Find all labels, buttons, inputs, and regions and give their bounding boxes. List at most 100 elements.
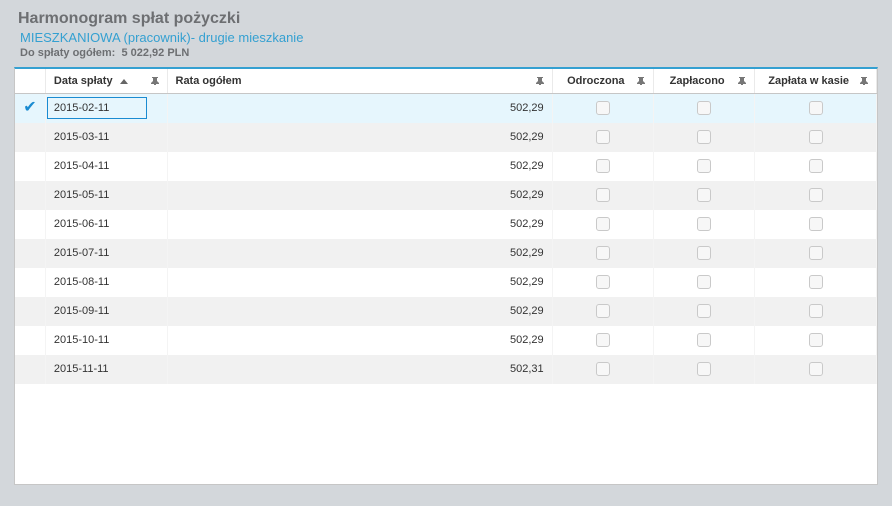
cell-date[interactable]: 2015-08-11	[45, 268, 167, 297]
row-select-cell[interactable]	[15, 210, 45, 239]
cell-paid_cash[interactable]	[755, 268, 877, 297]
cell-paid[interactable]	[653, 355, 754, 384]
checkbox[interactable]	[596, 130, 610, 144]
cell-paid[interactable]	[653, 94, 754, 123]
table-row[interactable]: 2015-06-11502,29	[15, 210, 877, 239]
cell-paid_cash[interactable]	[755, 355, 877, 384]
checkbox[interactable]	[697, 188, 711, 202]
cell-deferred[interactable]	[552, 152, 653, 181]
row-select-cell[interactable]	[15, 152, 45, 181]
pin-icon[interactable]	[151, 77, 159, 85]
cell-deferred[interactable]	[552, 123, 653, 152]
cell-date[interactable]: 2015-06-11	[45, 210, 167, 239]
cell-date[interactable]: 2015-03-11	[45, 123, 167, 152]
table-row[interactable]: 2015-04-11502,29	[15, 152, 877, 181]
cell-paid[interactable]	[653, 152, 754, 181]
cell-date[interactable]: 2015-07-11	[45, 239, 167, 268]
col-deferred[interactable]: Odroczona	[552, 69, 653, 94]
checkbox[interactable]	[809, 333, 823, 347]
cell-paid[interactable]	[653, 123, 754, 152]
cell-date[interactable]: 2015-05-11	[45, 181, 167, 210]
checkbox[interactable]	[697, 246, 711, 260]
checkbox[interactable]	[809, 217, 823, 231]
table-row[interactable]: 2015-03-11502,29	[15, 123, 877, 152]
cell-paid_cash[interactable]	[755, 152, 877, 181]
cell-amount[interactable]: 502,29	[167, 123, 552, 152]
cell-deferred[interactable]	[552, 181, 653, 210]
col-total[interactable]: Rata ogółem	[167, 69, 552, 94]
row-select-cell[interactable]	[15, 297, 45, 326]
cell-amount[interactable]: 502,31	[167, 355, 552, 384]
cell-amount[interactable]: 502,29	[167, 326, 552, 355]
checkbox[interactable]	[809, 188, 823, 202]
cell-paid_cash[interactable]	[755, 297, 877, 326]
checkbox[interactable]	[596, 159, 610, 173]
pin-icon[interactable]	[738, 77, 746, 85]
checkbox[interactable]	[697, 304, 711, 318]
cell-paid[interactable]	[653, 326, 754, 355]
col-paid[interactable]: Zapłacono	[653, 69, 754, 94]
col-date[interactable]: Data spłaty	[45, 69, 167, 94]
cell-paid_cash[interactable]	[755, 239, 877, 268]
pin-icon[interactable]	[536, 77, 544, 85]
row-select-cell[interactable]	[15, 326, 45, 355]
cell-paid[interactable]	[653, 210, 754, 239]
cell-date[interactable]: 2015-04-11	[45, 152, 167, 181]
checkbox[interactable]	[596, 246, 610, 260]
cell-amount[interactable]: 502,29	[167, 268, 552, 297]
cell-paid[interactable]	[653, 181, 754, 210]
active-cell[interactable]: 2015-02-11	[47, 97, 147, 119]
checkbox[interactable]	[596, 304, 610, 318]
cell-amount[interactable]: 502,29	[167, 239, 552, 268]
checkbox[interactable]	[809, 101, 823, 115]
table-row[interactable]: 2015-07-11502,29	[15, 239, 877, 268]
cell-amount[interactable]: 502,29	[167, 94, 552, 123]
cell-paid_cash[interactable]	[755, 123, 877, 152]
checkbox[interactable]	[596, 275, 610, 289]
table-row[interactable]: 2015-05-11502,29	[15, 181, 877, 210]
table-row[interactable]: 2015-08-11502,29	[15, 268, 877, 297]
cell-date[interactable]: 2015-11-11	[45, 355, 167, 384]
cell-amount[interactable]: 502,29	[167, 297, 552, 326]
row-select-cell[interactable]	[15, 268, 45, 297]
row-select-cell[interactable]	[15, 355, 45, 384]
checkbox[interactable]	[809, 130, 823, 144]
pin-icon[interactable]	[860, 77, 868, 85]
checkbox[interactable]	[697, 101, 711, 115]
col-select[interactable]	[15, 69, 45, 94]
checkbox[interactable]	[596, 362, 610, 376]
cell-paid_cash[interactable]	[755, 181, 877, 210]
cell-paid_cash[interactable]	[755, 210, 877, 239]
checkbox[interactable]	[596, 101, 610, 115]
checkbox[interactable]	[809, 362, 823, 376]
cell-deferred[interactable]	[552, 297, 653, 326]
cell-deferred[interactable]	[552, 355, 653, 384]
checkbox[interactable]	[697, 362, 711, 376]
checkbox[interactable]	[596, 217, 610, 231]
cell-paid_cash[interactable]	[755, 326, 877, 355]
cell-paid[interactable]	[653, 239, 754, 268]
cell-date[interactable]: 2015-09-11	[45, 297, 167, 326]
row-select-cell[interactable]	[15, 239, 45, 268]
checkbox[interactable]	[697, 159, 711, 173]
cell-date[interactable]: 2015-10-11	[45, 326, 167, 355]
table-row[interactable]: ✔2015-02-11502,29	[15, 94, 877, 123]
cell-deferred[interactable]	[552, 268, 653, 297]
checkbox[interactable]	[697, 275, 711, 289]
table-row[interactable]: 2015-09-11502,29	[15, 297, 877, 326]
checkbox[interactable]	[596, 188, 610, 202]
table-row[interactable]: 2015-11-11502,31	[15, 355, 877, 384]
cell-amount[interactable]: 502,29	[167, 152, 552, 181]
cell-paid_cash[interactable]	[755, 94, 877, 123]
checkbox[interactable]	[697, 130, 711, 144]
checkbox[interactable]	[596, 333, 610, 347]
cell-paid[interactable]	[653, 297, 754, 326]
col-paid-cash[interactable]: Zapłata w kasie	[755, 69, 877, 94]
cell-deferred[interactable]	[552, 239, 653, 268]
cell-deferred[interactable]	[552, 94, 653, 123]
checkbox[interactable]	[809, 304, 823, 318]
checkbox[interactable]	[809, 246, 823, 260]
cell-deferred[interactable]	[552, 210, 653, 239]
cell-amount[interactable]: 502,29	[167, 181, 552, 210]
row-select-cell[interactable]	[15, 181, 45, 210]
